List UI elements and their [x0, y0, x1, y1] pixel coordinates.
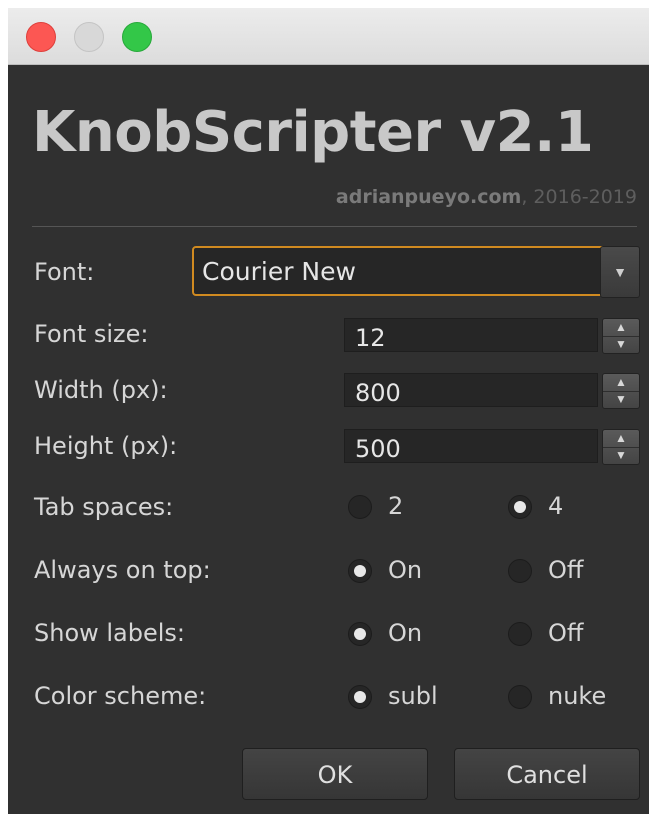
site-link: adrianpueyo.com	[335, 186, 522, 208]
font-size-stepper[interactable]: ▲ ▼	[602, 318, 640, 354]
increment-icon[interactable]: ▲	[603, 319, 639, 337]
radio-indicator[interactable]	[508, 495, 532, 519]
radio-label: Off	[548, 556, 584, 584]
height-stepper[interactable]: ▲ ▼	[602, 429, 640, 465]
radio-label: Off	[548, 619, 584, 647]
radio-label: 2	[388, 492, 404, 520]
always-on-top-label: Always on top:	[34, 556, 211, 584]
radio-indicator[interactable]	[508, 622, 532, 646]
font-label: Font:	[34, 258, 95, 286]
chevron-down-icon[interactable]: ▼	[600, 246, 640, 298]
radio-label: subl	[388, 682, 438, 710]
increment-icon[interactable]: ▲	[603, 374, 639, 392]
app-title: KnobScripter v2.1	[32, 100, 594, 165]
header-divider	[32, 226, 637, 227]
font-size-spinbox[interactable]: 12 ▲ ▼	[344, 318, 640, 354]
radio-indicator[interactable]	[348, 559, 372, 583]
preferences-window: KnobScripter v2.1 adrianpueyo.com, 2016-…	[8, 8, 649, 814]
width-value[interactable]: 800	[344, 373, 598, 407]
radio-label: On	[388, 619, 423, 647]
radio-indicator[interactable]	[508, 559, 532, 583]
cancel-button[interactable]: Cancel	[454, 748, 640, 800]
radio-indicator[interactable]	[348, 685, 372, 709]
maximize-window-button[interactable]	[122, 22, 152, 52]
height-value[interactable]: 500	[344, 429, 598, 463]
radio-indicator[interactable]	[348, 622, 372, 646]
tab-spaces-label: Tab spaces:	[34, 493, 174, 521]
radio-label: On	[388, 556, 423, 584]
show-labels-label: Show labels:	[34, 619, 186, 647]
font-input[interactable]	[192, 246, 608, 296]
radio-label: 4	[548, 492, 564, 520]
width-spinbox[interactable]: 800 ▲ ▼	[344, 373, 640, 409]
minimize-window-button[interactable]	[74, 22, 104, 52]
font-size-label: Font size:	[34, 320, 149, 348]
radio-indicator[interactable]	[508, 685, 532, 709]
font-combobox[interactable]: ▼	[192, 246, 640, 298]
width-label: Width (px):	[34, 376, 168, 404]
font-size-value[interactable]: 12	[344, 318, 598, 352]
copyright-years: , 2016-2019	[521, 186, 637, 208]
decrement-icon[interactable]: ▼	[603, 336, 639, 353]
color-scheme-label: Color scheme:	[34, 682, 207, 710]
height-label: Height (px):	[34, 432, 178, 460]
credit-line: adrianpueyo.com, 2016-2019	[336, 186, 637, 208]
decrement-icon[interactable]: ▼	[603, 391, 639, 408]
close-window-button[interactable]	[26, 22, 56, 52]
increment-icon[interactable]: ▲	[603, 430, 639, 448]
decrement-icon[interactable]: ▼	[603, 447, 639, 464]
ok-button[interactable]: OK	[242, 748, 428, 800]
height-spinbox[interactable]: 500 ▲ ▼	[344, 429, 640, 465]
radio-label: nuke	[548, 682, 607, 710]
width-stepper[interactable]: ▲ ▼	[602, 373, 640, 409]
title-bar	[8, 8, 649, 65]
radio-indicator[interactable]	[348, 495, 372, 519]
